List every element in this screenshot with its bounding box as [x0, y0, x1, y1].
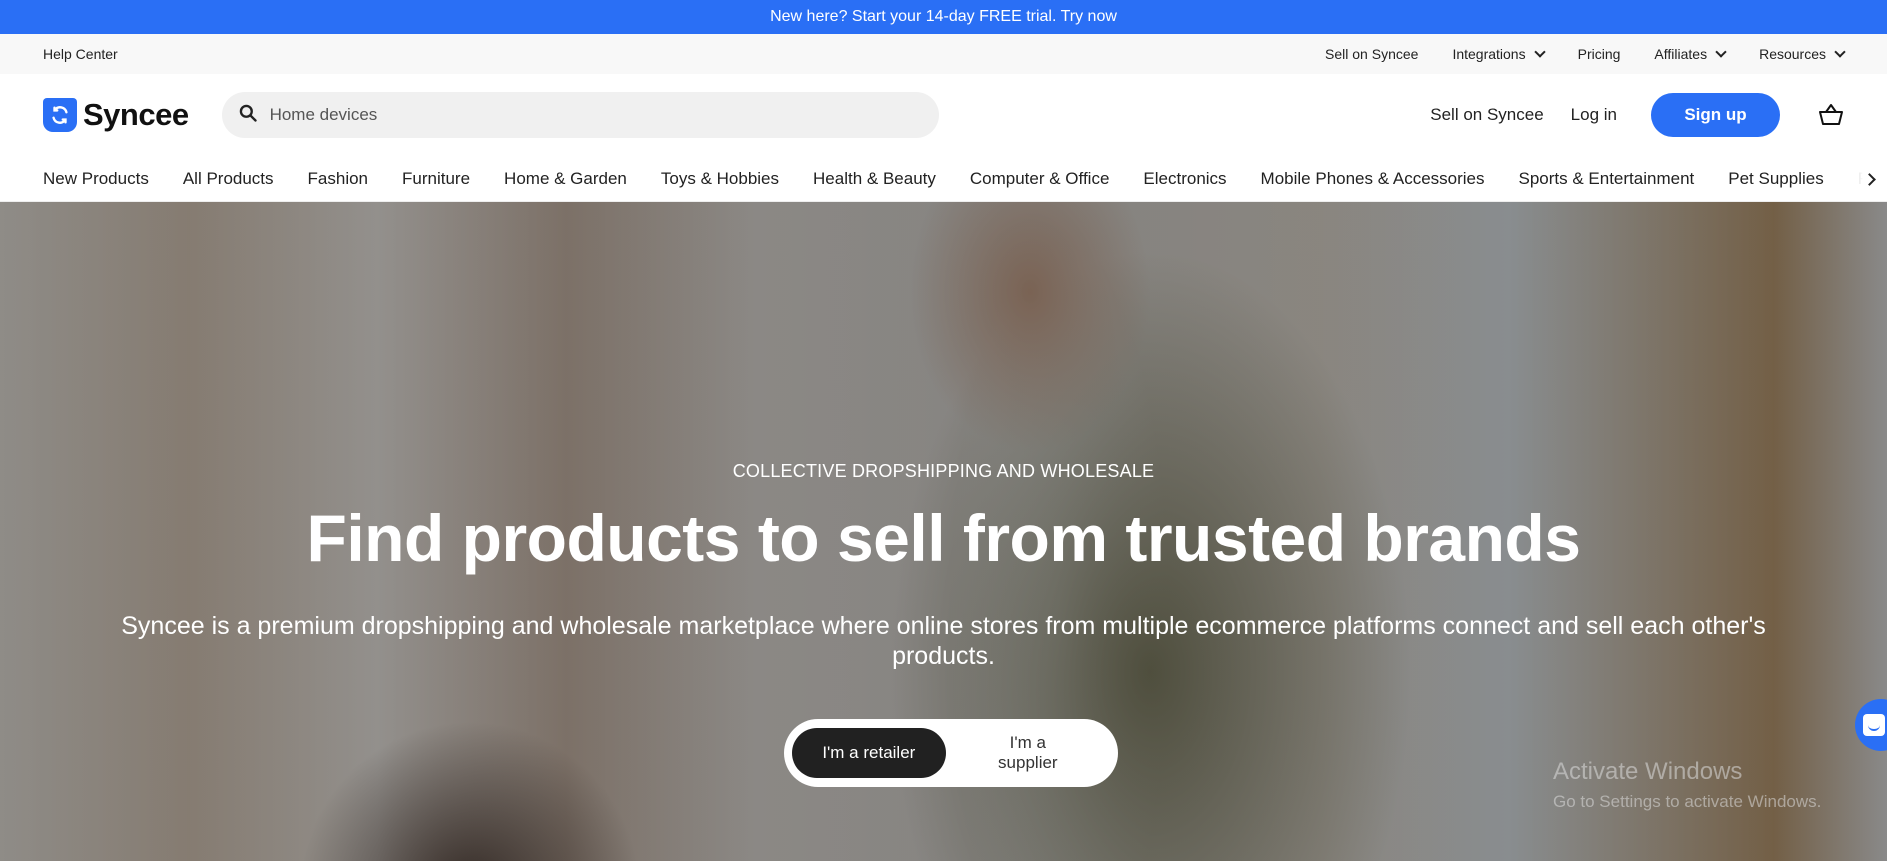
retailer-button[interactable]: I'm a retailer — [792, 728, 946, 778]
search-bar[interactable] — [221, 92, 939, 138]
syncee-logo[interactable]: Syncee — [43, 97, 189, 133]
watermark-subtitle: Go to Settings to activate Windows. — [1553, 792, 1822, 811]
header-actions: Sell on Syncee Log in Sign up — [1430, 93, 1844, 137]
pricing-link[interactable]: Pricing — [1578, 46, 1621, 62]
utility-links: Sell on Syncee Integrations Pricing Affi… — [1325, 46, 1846, 62]
supplier-button[interactable]: I'm a supplier — [946, 728, 1110, 778]
affiliates-label: Affiliates — [1654, 46, 1708, 62]
watermark-title: Activate Windows — [1553, 758, 1743, 785]
category-scroll-right-button[interactable] — [1847, 156, 1887, 201]
category-pet-supplies[interactable]: Pet Supplies — [1728, 169, 1823, 189]
category-home-garden[interactable]: Home & Garden — [504, 169, 627, 189]
category-new-products[interactable]: New Products — [43, 169, 149, 189]
utility-bar: Help Center Sell on Syncee Integrations … — [0, 34, 1887, 74]
pricing-label: Pricing — [1577, 46, 1621, 62]
search-input[interactable] — [269, 105, 870, 125]
basket-icon[interactable] — [1818, 103, 1844, 127]
chat-bubble-icon — [1863, 714, 1885, 736]
main-header: Syncee Sell on Syncee Log in Sign up — [0, 74, 1887, 156]
resources-label: Resources — [1759, 46, 1826, 62]
hero-subtitle: Syncee is a premium dropshipping and who… — [121, 612, 1766, 670]
chat-button[interactable] — [1855, 699, 1887, 751]
category-electronics[interactable]: Electronics — [1143, 169, 1226, 189]
brand-name: Syncee — [83, 97, 189, 132]
hero-headline: Find products to sell from trusted brand… — [306, 501, 1581, 575]
category-mobile-phones[interactable]: Mobile Phones & Accessories — [1261, 169, 1485, 189]
category-computer-office[interactable]: Computer & Office — [970, 169, 1110, 189]
category-all-products[interactable]: All Products — [183, 169, 274, 189]
utility-sell-label: Sell on Syncee — [1325, 46, 1419, 62]
promo-banner: New here? Start your 14-day FREE trial. … — [0, 0, 1887, 34]
sync-arrows-icon — [43, 98, 77, 132]
resources-dropdown[interactable]: Resources — [1759, 46, 1846, 62]
chevron-down-icon — [1834, 46, 1846, 58]
chevron-down-icon — [1715, 46, 1727, 58]
category-fashion[interactable]: Fashion — [308, 169, 368, 189]
category-toys-hobbies[interactable]: Toys & Hobbies — [661, 169, 779, 189]
category-health-beauty[interactable]: Health & Beauty — [813, 169, 936, 189]
help-center-link[interactable]: Help Center — [43, 46, 118, 62]
chevron-right-icon — [1862, 172, 1876, 186]
affiliates-dropdown[interactable]: Affiliates — [1654, 46, 1727, 62]
utility-sell-link[interactable]: Sell on Syncee — [1325, 46, 1418, 62]
category-sports-entertainment[interactable]: Sports & Entertainment — [1519, 169, 1695, 189]
windows-activation-watermark: Activate Windows Go to Settings to activ… — [1553, 758, 1821, 812]
category-furniture[interactable]: Furniture — [402, 169, 470, 189]
role-toggle: I'm a retailer I'm a supplier — [784, 719, 1118, 787]
hero-eyebrow: COLLECTIVE DROPSHIPPING AND WHOLESALE — [732, 461, 1155, 481]
chevron-down-icon — [1533, 46, 1546, 58]
login-link[interactable]: Log in — [1571, 105, 1617, 125]
integrations-dropdown[interactable]: Integrations — [1452, 46, 1546, 62]
integrations-label: Integrations — [1452, 46, 1526, 62]
search-icon — [238, 103, 258, 128]
signup-button[interactable]: Sign up — [1651, 93, 1780, 137]
category-nav: New Products All Products Fashion Furnit… — [0, 156, 1887, 202]
hero-section: COLLECTIVE DROPSHIPPING AND WHOLESALE Fi… — [0, 202, 1887, 861]
free-trial-link[interactable]: New here? Start your 14-day FREE trial. … — [770, 8, 1117, 26]
sell-on-syncee-link[interactable]: Sell on Syncee — [1430, 105, 1543, 125]
